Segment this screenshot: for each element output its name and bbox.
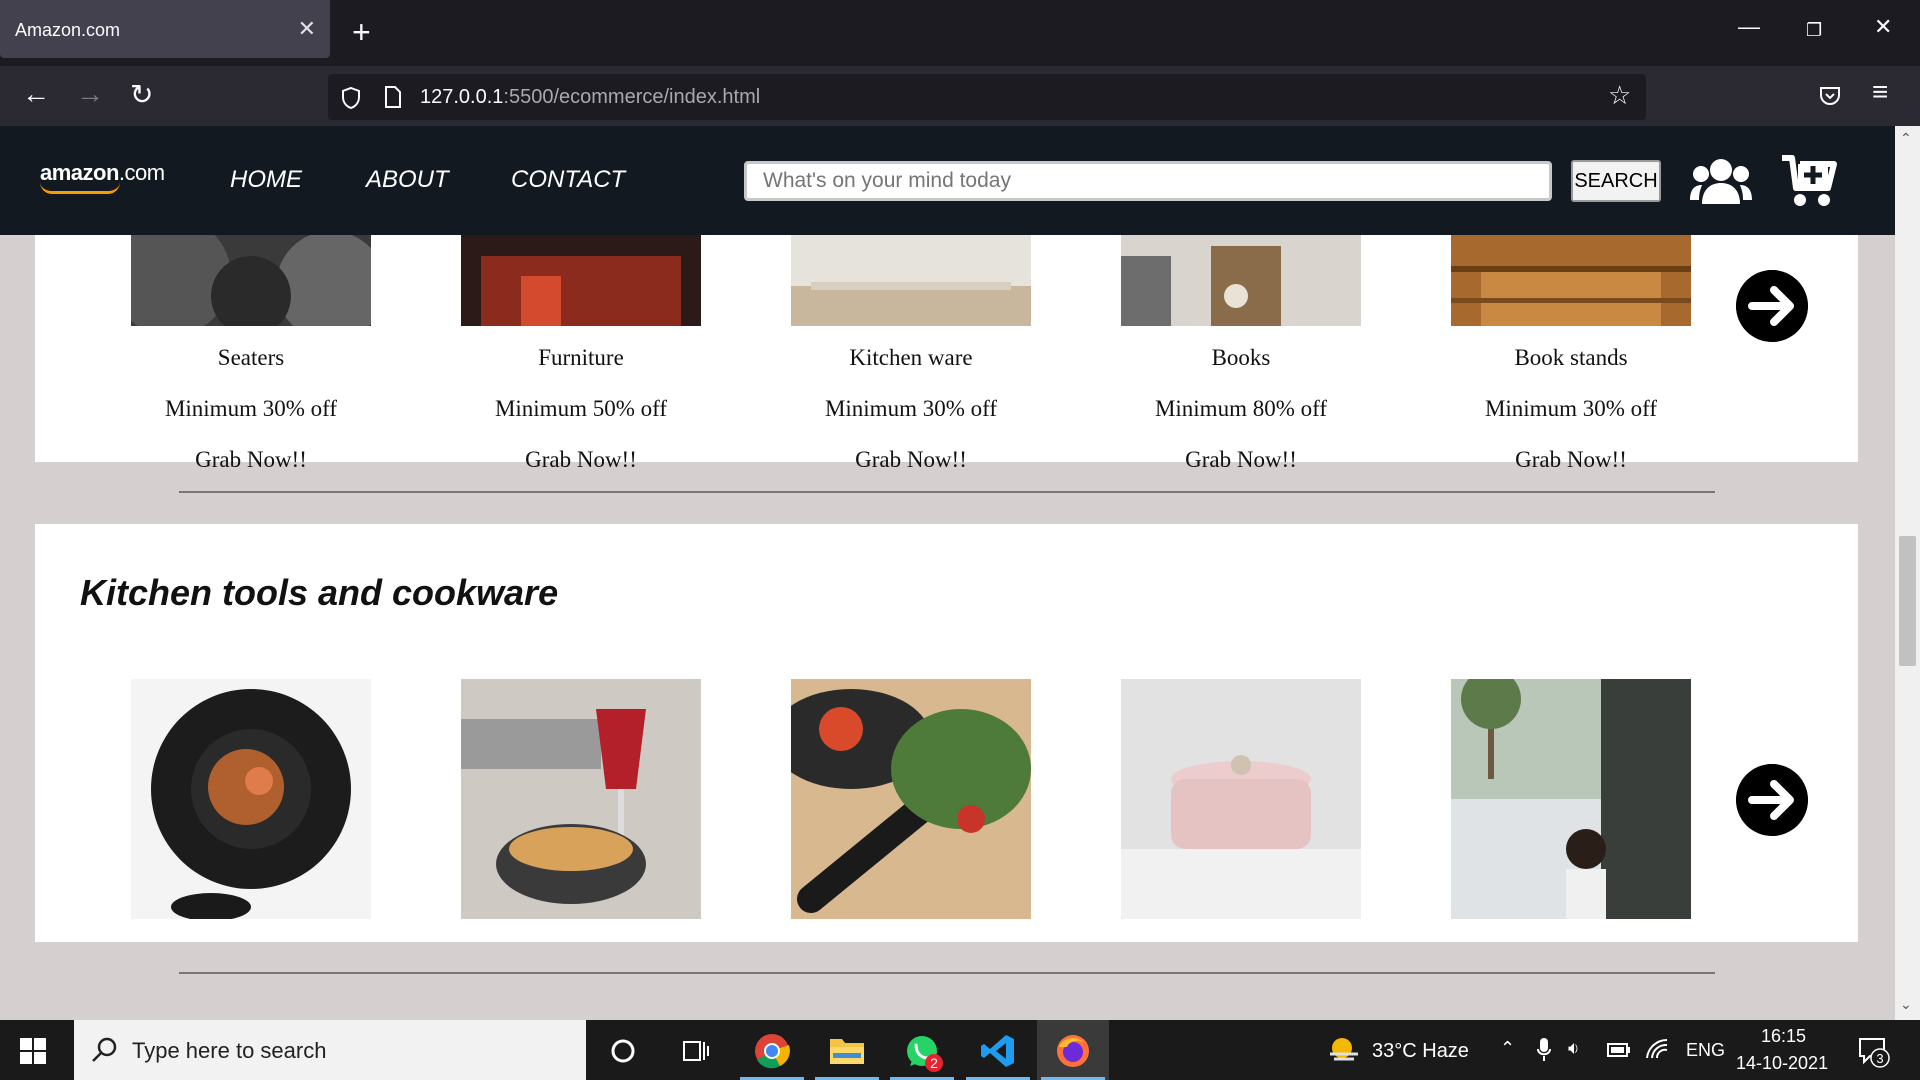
chrome-icon xyxy=(755,1034,790,1069)
browser-toolbar: ← → ↻ 127.0.0.1:5500/ecommerce/index.htm… xyxy=(0,66,1920,126)
deal-discount: Minimum 80% off xyxy=(1154,396,1328,421)
deal-name: Furniture xyxy=(538,345,624,370)
logo-suffix: .com xyxy=(118,160,165,185)
back-icon[interactable]: ← xyxy=(22,78,50,110)
url-text[interactable]: 127.0.0.1:5500/ecommerce/index.html xyxy=(420,86,760,109)
nav-contact[interactable]: CONTACT xyxy=(511,166,625,194)
product-image[interactable] xyxy=(791,679,1031,919)
weather-text[interactable]: 33°C Haze xyxy=(1372,1040,1469,1063)
deal-name: Books xyxy=(1211,345,1271,370)
menu-icon[interactable]: ≡ xyxy=(1872,76,1888,108)
taskbar-chrome[interactable] xyxy=(736,1020,808,1080)
deal-name: Book stands xyxy=(1514,345,1628,370)
task-view-icon[interactable] xyxy=(682,1038,710,1064)
section-title: Kitchen tools and cookware xyxy=(80,572,559,613)
product-image[interactable] xyxy=(1121,679,1361,919)
taskbar-vscode[interactable] xyxy=(962,1020,1034,1080)
logo-smile-icon xyxy=(40,182,120,194)
taskbar-search[interactable]: Type here to search xyxy=(74,1020,586,1080)
kitchen-section: Kitchen tools and cookware xyxy=(35,524,1858,942)
shield-icon[interactable] xyxy=(340,86,362,110)
deal-discount: Minimum 30% off xyxy=(1484,396,1658,421)
url-host: 127.0.0.1 xyxy=(420,86,504,108)
folder-icon xyxy=(830,1039,864,1064)
browser-tab[interactable]: Amazon.com ✕ xyxy=(0,0,330,58)
nav-home[interactable]: HOME xyxy=(230,166,302,194)
page-icon xyxy=(385,86,401,108)
deal-name: Seaters xyxy=(217,345,285,370)
language-indicator[interactable]: ENG xyxy=(1686,1040,1725,1061)
page-viewport: Seaters Minimum 30% off Grab Now!! Furni… xyxy=(0,126,1895,1020)
scroll-up-icon[interactable]: ⌃ xyxy=(1900,130,1912,147)
firefox-icon xyxy=(1057,1035,1089,1067)
whatsapp-badge: 2 xyxy=(930,1055,938,1071)
deal-cta[interactable]: Grab Now!! xyxy=(791,434,1031,485)
taskbar-whatsapp[interactable]: 2 xyxy=(886,1020,958,1080)
pocket-icon[interactable] xyxy=(1818,84,1842,108)
product-image[interactable] xyxy=(131,679,371,919)
clock-time: 16:15 xyxy=(1761,1026,1807,1046)
battery-icon[interactable] xyxy=(1607,1042,1631,1058)
volume-icon[interactable]: 🔉︎ xyxy=(1568,1038,1579,1059)
cortana-icon[interactable] xyxy=(610,1038,636,1064)
microphone-icon[interactable] xyxy=(1537,1038,1551,1062)
section-divider xyxy=(179,491,1715,493)
deal-discount: Minimum 50% off xyxy=(494,396,668,421)
url-path: :5500/ecommerce/index.html xyxy=(503,86,761,108)
users-icon[interactable] xyxy=(1690,156,1752,206)
deal-cta[interactable]: Grab Now!! xyxy=(1121,434,1361,485)
deal-cta[interactable]: Grab Now!! xyxy=(1451,434,1691,485)
next-arrow-icon[interactable] xyxy=(1736,764,1808,836)
clock-date: 14-10-2021 xyxy=(1736,1053,1829,1073)
deal-cta[interactable]: Grab Now!! xyxy=(461,434,701,485)
reload-icon[interactable]: ↻ xyxy=(130,78,153,111)
weather-haze-icon xyxy=(1330,1038,1358,1061)
address-bar[interactable]: 127.0.0.1:5500/ecommerce/index.html ☆ xyxy=(328,74,1646,120)
bookmark-star-icon[interactable]: ☆ xyxy=(1608,80,1631,111)
site-header: amazon.com HOME ABOUT CONTACT SEARCH xyxy=(0,126,1895,235)
windows-taskbar: Type here to search 2 33°C Haze ⌃ 🔉︎ ENG… xyxy=(0,1020,1920,1080)
next-arrow-icon[interactable] xyxy=(1736,270,1808,342)
deal-name: Kitchen ware xyxy=(849,345,973,370)
page-scrollbar[interactable]: ⌃ ⌄ xyxy=(1895,126,1920,1020)
product-image[interactable] xyxy=(461,679,701,919)
wifi-icon[interactable] xyxy=(1645,1038,1669,1060)
deal-discount: Minimum 30% off xyxy=(164,396,338,421)
taskbar-firefox[interactable] xyxy=(1037,1020,1109,1080)
add-to-cart-icon[interactable] xyxy=(1780,154,1838,208)
new-tab-icon[interactable]: + xyxy=(352,14,371,51)
restore-icon[interactable]: ❐ xyxy=(1806,20,1822,41)
notification-count: 3 xyxy=(1876,1051,1883,1066)
deal-cta[interactable]: Grab Now!! xyxy=(131,434,371,485)
show-hidden-icons[interactable]: ⌃ xyxy=(1500,1038,1515,1059)
browser-tab-bar: Amazon.com ✕ + — ❐ ✕ xyxy=(0,0,1920,66)
search-icon xyxy=(92,1037,117,1062)
nav-about[interactable]: ABOUT xyxy=(366,166,449,194)
taskbar-file-explorer[interactable] xyxy=(811,1020,883,1080)
window-close-icon[interactable]: ✕ xyxy=(1874,14,1892,40)
deal-discount: Minimum 30% off xyxy=(824,396,998,421)
scroll-down-icon[interactable]: ⌄ xyxy=(1900,996,1912,1013)
minimize-icon[interactable]: — xyxy=(1738,14,1760,40)
search-input[interactable] xyxy=(744,161,1552,201)
notifications-icon[interactable]: 3 xyxy=(1858,1036,1890,1068)
whatsapp-icon: 2 xyxy=(907,1036,943,1072)
section-divider xyxy=(179,972,1715,974)
scroll-thumb[interactable] xyxy=(1899,536,1916,666)
close-tab-icon[interactable]: ✕ xyxy=(298,16,316,42)
vscode-icon xyxy=(981,1035,1014,1067)
windows-start-icon[interactable] xyxy=(20,1038,46,1064)
search-button[interactable]: SEARCH xyxy=(1571,160,1661,202)
product-image[interactable] xyxy=(1451,679,1691,919)
tab-title: Amazon.com xyxy=(15,20,121,40)
forward-icon[interactable]: → xyxy=(76,78,104,110)
taskbar-search-placeholder: Type here to search xyxy=(132,1038,327,1063)
